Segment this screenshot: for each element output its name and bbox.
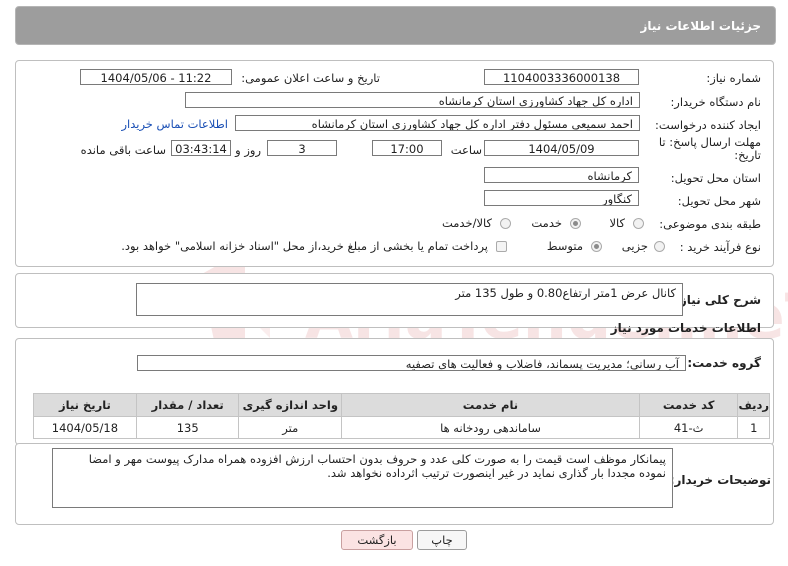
announce-datetime-field[interactable]: 1404/05/06 - 11:22 [80, 69, 232, 85]
delivery-province-label: استان محل تحویل: [670, 171, 761, 185]
col-service-name: نام خدمت [341, 393, 640, 417]
header-bar: جزئیات اطلاعات نیاز [15, 6, 776, 45]
cell-row-number: 1 [737, 416, 770, 439]
back-button[interactable]: بازگشت [341, 530, 413, 550]
announce-datetime-label: تاریخ و ساعت اعلان عمومی: [241, 71, 380, 85]
services-table: ردیف کد خدمت نام خدمت واحد اندازه گیری ت… [33, 393, 770, 439]
need-summary-label: شرح کلی نیاز: [675, 293, 761, 307]
deadline-time-label: ساعت [450, 143, 482, 157]
buyer-org-label: نام دستگاه خریدار: [670, 95, 761, 109]
service-group-label: گروه خدمت: [687, 356, 761, 370]
buyer-contact-link[interactable]: اطلاعات تماس خریدار [121, 117, 228, 131]
print-button[interactable]: چاپ [417, 530, 467, 550]
services-table-header: ردیف کد خدمت نام خدمت واحد اندازه گیری ت… [33, 393, 770, 417]
remaining-days-label: روز و [235, 143, 261, 157]
table-row: 1 ث-41 ساماندهی رودخانه ها متر 135 1404/… [33, 416, 770, 439]
service-group-field[interactable]: آب رسانی؛ مدیریت پسماند، فاضلاب و فعالیت… [137, 355, 686, 371]
delivery-city-label: شهر محل تحویل: [677, 194, 761, 208]
col-quantity: تعداد / مقدار [135, 393, 240, 417]
category-option-goods-service: کالا/خدمت [441, 216, 492, 230]
buyer-org-field[interactable]: اداره کل جهاد کشاورزی استان کرمانشاه [185, 92, 640, 108]
col-unit: واحد اندازه گیری [238, 393, 343, 417]
buyer-notes-label: توضیحات خریدار: [669, 473, 771, 487]
category-label: طبقه بندی موضوعی: [659, 217, 761, 231]
treasury-payment-checkbox[interactable] [496, 241, 507, 252]
process-radio-minor[interactable] [654, 241, 665, 252]
page-title: جزئیات اطلاعات نیاز [640, 19, 761, 33]
delivery-city-field[interactable]: کنگاور [484, 190, 639, 206]
delivery-province-field[interactable]: کرمانشاه [484, 167, 639, 183]
process-option-medium: متوسط [546, 239, 583, 253]
cell-unit: متر [238, 416, 343, 439]
col-row-number: ردیف [737, 393, 770, 417]
deadline-date-field[interactable]: 1404/05/09 [484, 140, 639, 156]
services-section-title: اطلاعات خدمات مورد نیاز [610, 321, 761, 335]
need-number-field[interactable]: 1104003336000138 [484, 69, 639, 85]
category-option-service: خدمت [531, 216, 562, 230]
col-need-date: تاریخ نیاز [33, 393, 137, 417]
cell-service-code: ث-41 [638, 416, 739, 439]
remaining-days-field[interactable]: 3 [267, 140, 337, 156]
process-radio-medium[interactable] [591, 241, 602, 252]
deadline-label: مهلت ارسال پاسخ: تا تاریخ: [658, 135, 761, 162]
cell-service-name: ساماندهی رودخانه ها [341, 416, 640, 439]
remaining-time-label: ساعت باقی مانده [80, 143, 166, 157]
request-creator-label: ایجاد کننده درخواست: [655, 118, 761, 132]
col-service-code: کد خدمت [638, 393, 739, 417]
category-radio-goods-service[interactable] [500, 218, 511, 229]
process-option-minor: جزیی [621, 239, 648, 253]
category-radio-goods[interactable] [633, 218, 644, 229]
request-creator-field[interactable]: احمد سمیعی مسئول دفتر اداره کل جهاد کشاو… [235, 115, 640, 131]
cell-quantity: 135 [135, 416, 240, 439]
treasury-payment-note: پرداخت تمام یا بخشی از مبلغ خرید،از محل … [121, 239, 488, 253]
cell-need-date: 1404/05/18 [33, 416, 137, 439]
need-summary-textarea[interactable]: کانال عرض 1متر ارتفاع0.80 و طول 135 متر [136, 283, 683, 316]
category-option-goods: کالا [609, 216, 625, 230]
deadline-time-field[interactable]: 17:00 [372, 140, 442, 156]
category-radio-service[interactable] [570, 218, 581, 229]
buyer-notes-textarea[interactable]: پیمانکار موظف است قیمت را به صورت کلی عد… [52, 448, 673, 508]
remaining-time-field[interactable]: 03:43:14 [171, 140, 231, 156]
purchase-process-label: نوع فرآیند خرید : [679, 240, 761, 254]
need-number-label: شماره نیاز: [706, 71, 761, 85]
